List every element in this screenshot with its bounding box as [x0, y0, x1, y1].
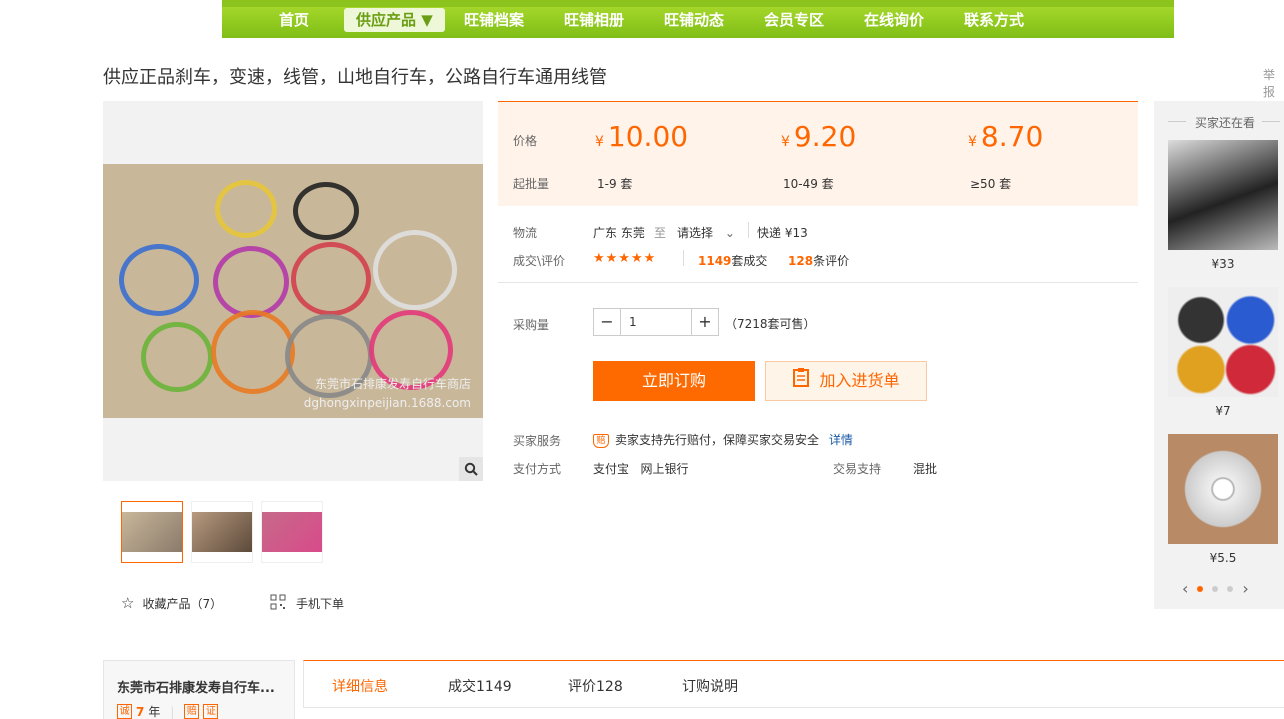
price-box: 价格 起批量 ¥10.00 ¥9.20 ¥8.70 1-9 套 10-49 套 … [498, 101, 1138, 206]
quantity-label: 采购量 [513, 318, 550, 332]
trade-support-label: 交易支持 [833, 462, 882, 476]
shield-icon: 赔 [184, 704, 200, 719]
tab-details[interactable]: 详细信息 [332, 676, 388, 696]
rec-item-2-image[interactable] [1168, 287, 1278, 397]
service-detail-link[interactable]: 详情 [829, 433, 853, 447]
ship-from: 广东 东莞 [593, 226, 645, 240]
thumbnail-3[interactable] [261, 501, 323, 563]
qr-code-icon [270, 594, 286, 613]
payment-methods: 支付宝 网上银行 [593, 462, 689, 476]
destination-select[interactable]: 请选择 ⌄ [677, 224, 735, 241]
tab-order-notes[interactable]: 订购说明 [682, 676, 738, 696]
separator [498, 282, 1138, 283]
product-title: 供应正品刹车，变速，线管，山地自行车，公路自行车通用线管 [103, 67, 607, 88]
payment-label: 支付方式 [513, 462, 562, 476]
mobile-order-label: 手机下单 [296, 597, 345, 611]
quantity-input[interactable]: 1 [620, 309, 692, 335]
nav-album[interactable]: 旺铺相册 [552, 8, 636, 32]
rec-item-1-price: ¥33 [1211, 257, 1235, 271]
trade-support-value: 混批 [913, 462, 938, 476]
watermark-shop: 东莞市石排康发寿自行车商店 [314, 377, 471, 391]
report-link[interactable]: 举报 [1263, 66, 1284, 100]
nav-inquiry[interactable]: 在线询价 [852, 8, 936, 32]
tier-range-3: ≥50 套 [970, 177, 1012, 191]
shop-years: 诚 7年 | 赔 证 [117, 703, 219, 719]
nav-contact[interactable]: 联系方式 [952, 8, 1036, 32]
available-stock: （7218套可售） [725, 317, 816, 331]
divider [683, 250, 684, 266]
watermark-url: dghongxinpeijian.1688.com [303, 396, 471, 410]
thumbnail-2[interactable] [191, 501, 253, 563]
integrity-icon: 诚 [117, 704, 132, 719]
rec-item-1-image[interactable] [1168, 140, 1278, 250]
service-guarantee: 赔卖家支持先行赔付，保障买家交易安全 详情 [593, 431, 853, 448]
favorite-button[interactable]: ☆ 收藏产品（7） [121, 594, 222, 612]
zoom-icon[interactable] [459, 457, 483, 481]
main-product-image[interactable]: 东莞市石排康发寿自行车商店 dghongxinpeijian.1688.com [103, 101, 483, 481]
service-text: 卖家支持先行赔付，保障买家交易安全 [615, 433, 820, 447]
also-viewed-panel: 买家还在看 ¥33 ¥7 ¥5.5 ‹ › [1154, 101, 1284, 609]
shop-name[interactable]: 东莞市石排康发寿自行车... [117, 677, 275, 696]
service-label: 买家服务 [513, 434, 562, 448]
destination-select-value: 请选择 [677, 226, 714, 240]
page-dot[interactable] [1212, 585, 1219, 592]
divider [748, 222, 749, 238]
rec-item-2-price: ¥7 [1215, 404, 1231, 418]
buy-now-button[interactable]: 立即订购 [593, 361, 755, 401]
plus-button[interactable]: + [692, 309, 718, 335]
deal-count-link[interactable]: 1149套成交 [698, 252, 767, 269]
nav-members[interactable]: 会员专区 [752, 8, 836, 32]
shop-card: 东莞市石排康发寿自行车... 诚 7年 | 赔 证 [103, 660, 295, 719]
express-fee: 快递 ¥13 [757, 226, 808, 240]
mobile-order-button[interactable]: 手机下单 [270, 594, 344, 613]
rec-item-3-image[interactable] [1168, 434, 1278, 544]
star-outline-icon: ☆ [121, 594, 135, 612]
nav-profile[interactable]: 旺铺档案 [452, 8, 536, 32]
thumbnail-1[interactable] [121, 501, 183, 563]
chevron-right-icon[interactable]: › [1242, 579, 1248, 598]
price-tier-1: ¥10.00 [595, 120, 689, 153]
rating-stars: ★★★★★ [593, 251, 657, 266]
quantity-stepper: − 1 + [593, 308, 719, 336]
top-nav-bar: 首页 供应产品 ▼ 旺铺档案 旺铺相册 旺铺动态 会员专区 在线询价 联系方式 [222, 0, 1174, 38]
page-dot[interactable] [1197, 585, 1204, 592]
rec-item-3-price: ¥5.5 [1209, 551, 1237, 565]
detail-tabs: 详细信息 成交1149 评价128 订购说明 [303, 660, 1284, 708]
chevron-left-icon[interactable]: ‹ [1182, 579, 1188, 598]
nav-products[interactable]: 供应产品 ▼ [344, 8, 445, 32]
add-to-cart-button[interactable]: 加入进货单 [765, 361, 927, 401]
tier-range-1: 1-9 套 [597, 177, 633, 191]
product-photo: 东莞市石排康发寿自行车商店 dghongxinpeijian.1688.com [103, 164, 483, 418]
shield-icon: 赔 [593, 433, 609, 448]
clipboard-icon [792, 363, 810, 401]
page-dot[interactable] [1227, 585, 1234, 592]
nav-home[interactable]: 首页 [267, 8, 321, 32]
ship-to-word: 至 [654, 226, 667, 240]
favorite-label: 收藏产品（7） [142, 596, 223, 611]
price-tier-2: ¥9.20 [781, 120, 857, 153]
nav-news[interactable]: 旺铺动态 [652, 8, 736, 32]
chevron-down-icon: ⌄ [724, 226, 735, 240]
price-label: 价格 [513, 134, 538, 148]
price-tier-3: ¥8.70 [968, 120, 1044, 153]
tier-range-2: 10-49 套 [783, 177, 834, 191]
review-count-link[interactable]: 128条评价 [788, 252, 849, 269]
also-viewed-header: 买家还在看 [1166, 114, 1284, 131]
deals-label: 成交\评价 [513, 254, 566, 268]
tab-deals[interactable]: 成交1149 [448, 676, 512, 696]
add-to-cart-label: 加入进货单 [819, 371, 900, 390]
tab-reviews[interactable]: 评价128 [568, 676, 623, 696]
rec-pager: ‹ › [1182, 579, 1249, 598]
moq-label: 起批量 [513, 177, 550, 191]
logistics-label: 物流 [513, 226, 538, 240]
minus-button[interactable]: − [594, 309, 620, 335]
certificate-icon: 证 [203, 704, 219, 719]
